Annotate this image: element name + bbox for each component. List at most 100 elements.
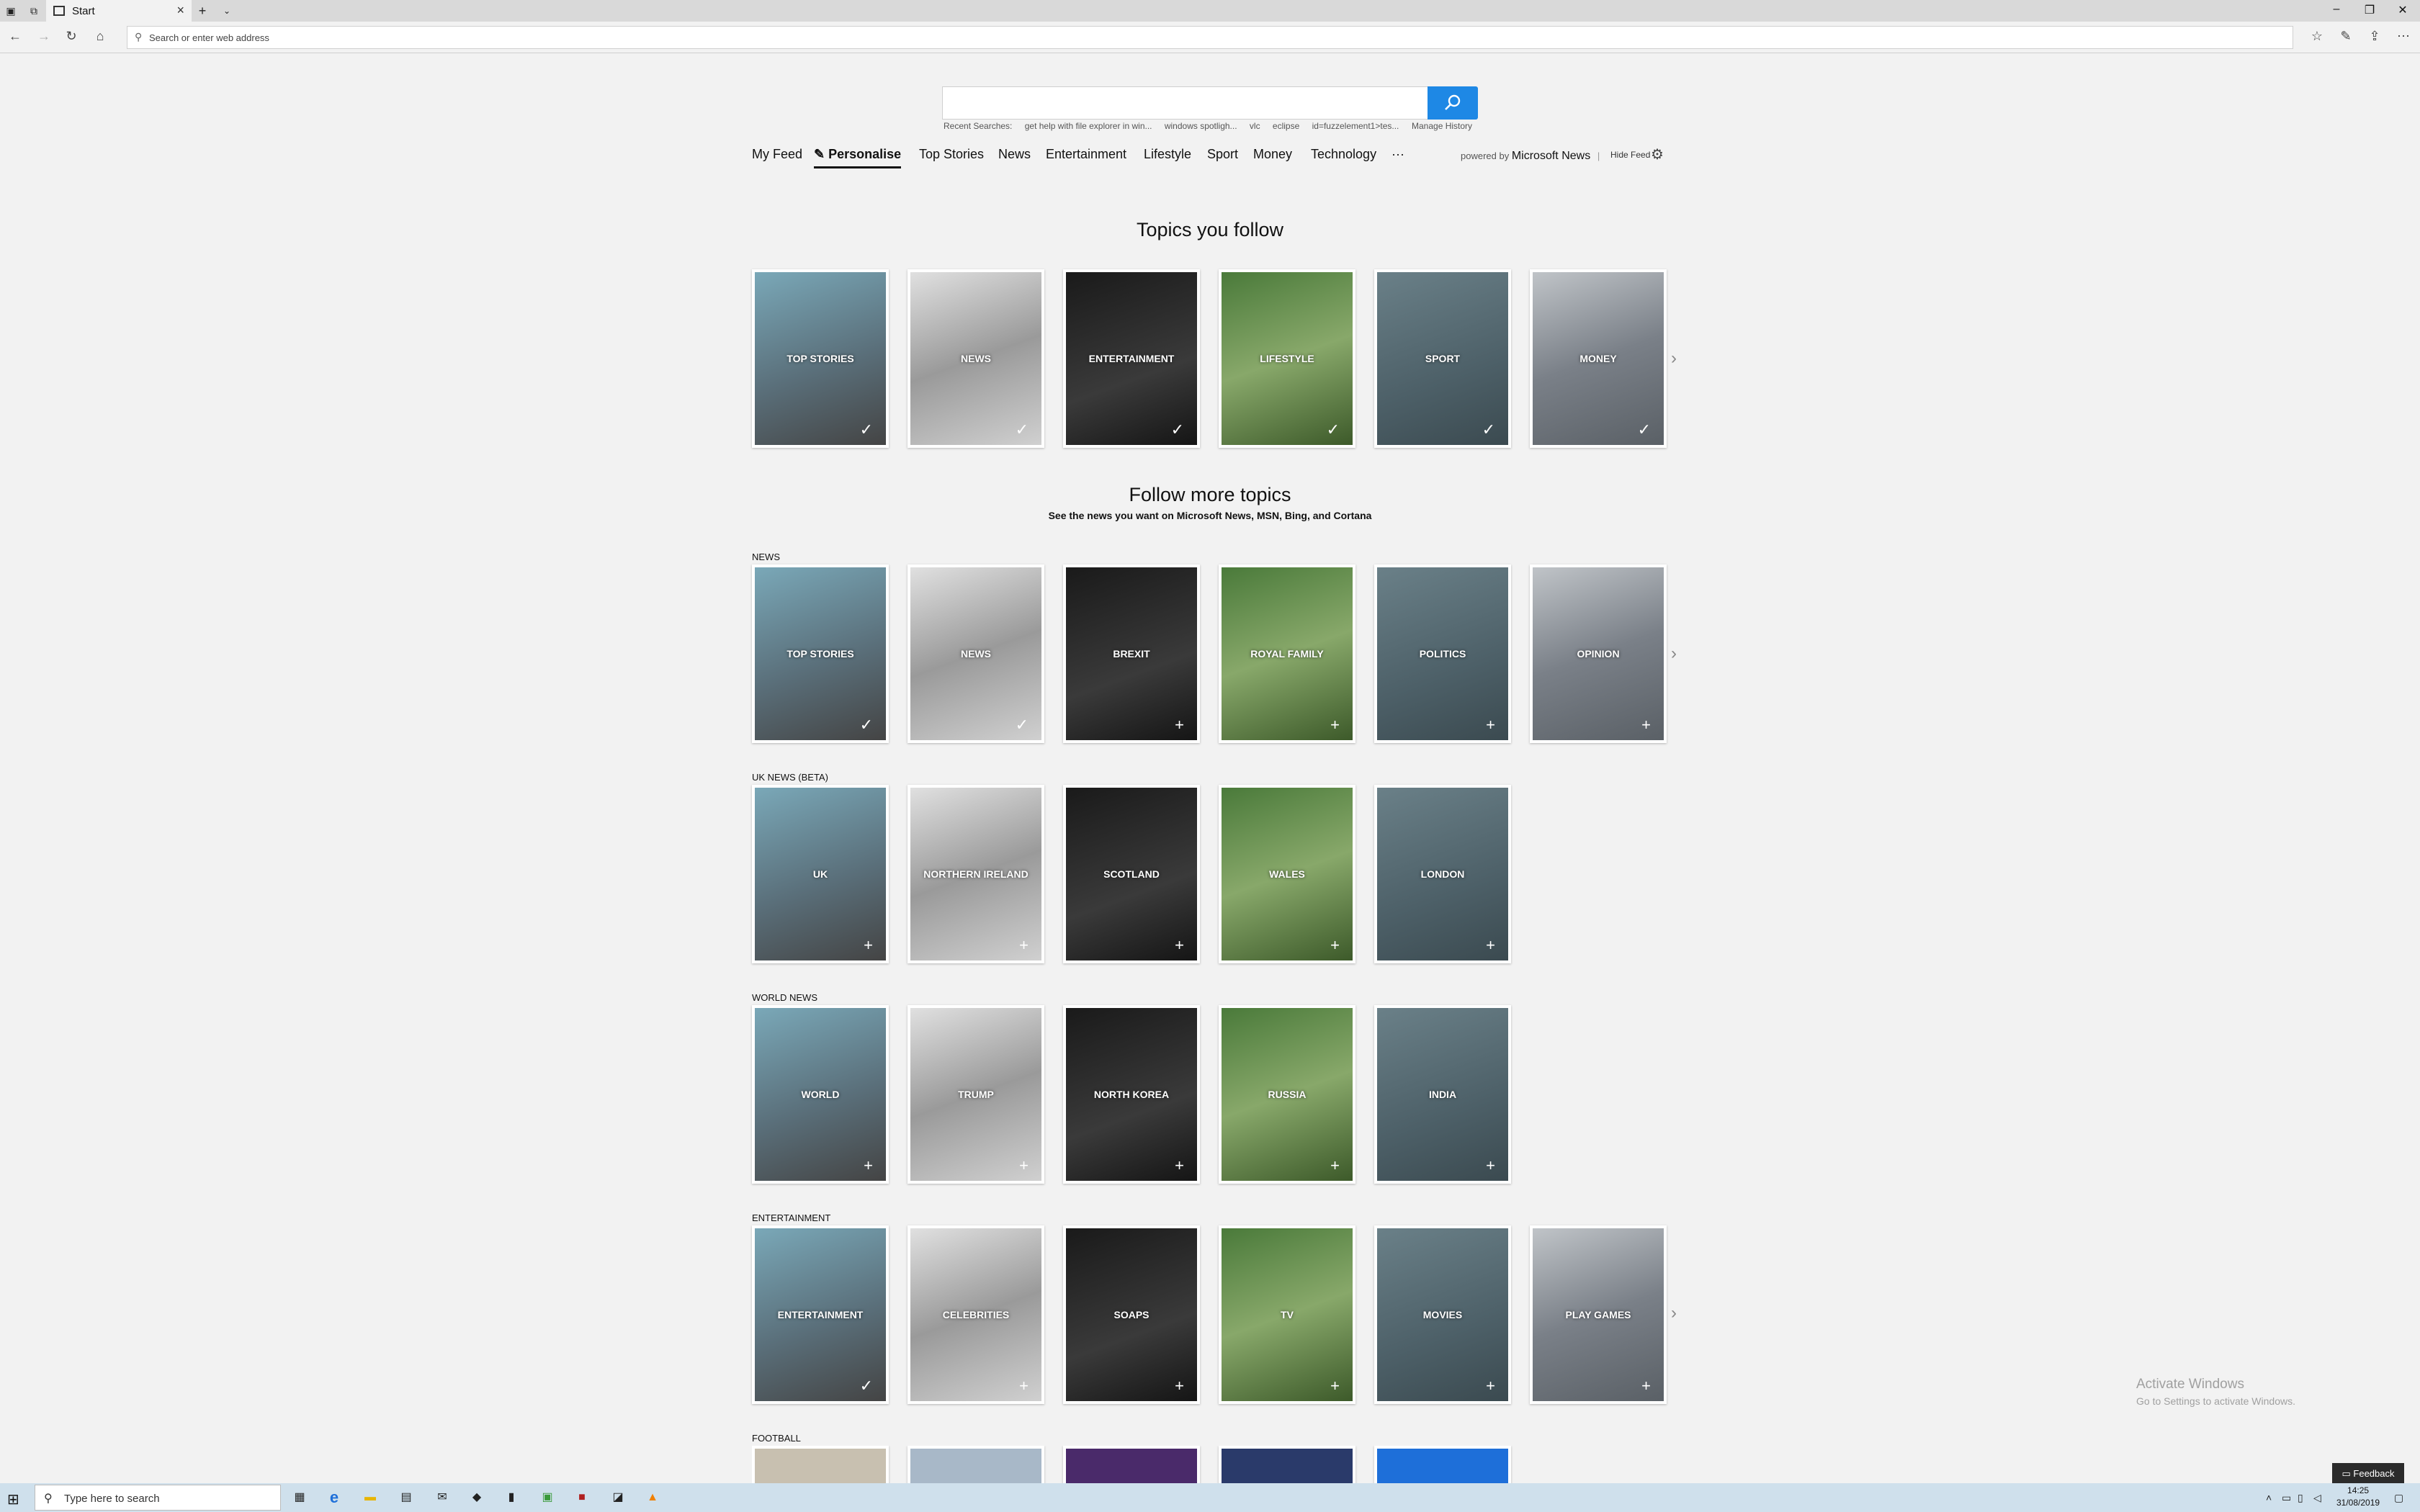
topic-tile-partial[interactable] [752,1446,889,1483]
more-tabs-icon[interactable]: ··· [1392,147,1404,162]
chevron-right-icon[interactable]: › [1671,644,1677,664]
set-aside-tabs-icon[interactable]: ▣ [4,4,17,17]
topic-tile-politics[interactable]: POLITICS + [1374,564,1511,743]
follow-plus-icon[interactable]: + [1019,937,1028,953]
new-tab-icon[interactable]: + [196,4,209,17]
topic-tile-scotland[interactable]: SCOTLAND + [1063,785,1200,963]
topic-tile-north-korea[interactable]: NORTH KOREA + [1063,1005,1200,1184]
followed-check-icon[interactable]: ✓ [1171,422,1184,438]
follow-plus-icon[interactable]: + [1330,717,1340,733]
refresh-icon[interactable]: ↻ [62,29,81,44]
followed-check-icon[interactable]: ✓ [1016,422,1028,438]
topic-tile-entertainment[interactable]: ENTERTAINMENT ✓ [1063,269,1200,448]
topic-tile-uk[interactable]: UK + [752,785,889,963]
maximize-icon[interactable]: ❐ [2355,3,2384,17]
follow-plus-icon[interactable]: + [1330,1158,1340,1174]
followed-check-icon[interactable]: ✓ [1638,422,1651,438]
hide-feed-link[interactable]: Hide Feed [1610,150,1650,160]
follow-plus-icon[interactable]: + [1486,1378,1495,1394]
back-icon[interactable]: ← [6,29,24,44]
search-input[interactable] [942,86,1428,120]
clock[interactable]: 14:25 31/08/2019 [2336,1485,2380,1509]
follow-plus-icon[interactable]: + [1019,1378,1028,1394]
recent-search-item[interactable]: get help with file explorer in win... [1025,121,1152,131]
tab-list-chevron-icon[interactable]: ⌄ [220,4,233,17]
ide-icon[interactable]: ■ [573,1489,591,1506]
editor-icon[interactable]: ▣ [539,1489,556,1506]
tab-lifestyle[interactable]: Lifestyle [1144,147,1191,162]
topic-tile-partial[interactable] [1374,1446,1511,1483]
feedback-button[interactable]: ▭ Feedback [2332,1463,2404,1485]
follow-plus-icon[interactable]: + [1641,1378,1651,1394]
taskbar-search-input[interactable]: ⚲ Type here to search [35,1485,281,1511]
follow-plus-icon[interactable]: + [864,1158,873,1174]
search-button[interactable] [1428,86,1478,120]
topic-tile-partial[interactable] [1219,1446,1355,1483]
show-hidden-icons-icon[interactable]: ˄ [2266,1492,2272,1503]
mail-icon[interactable]: ✉ [434,1489,451,1506]
topic-tile-brexit[interactable]: BREXIT + [1063,564,1200,743]
follow-plus-icon[interactable]: + [1175,1378,1184,1394]
store-icon[interactable]: ▤ [398,1489,415,1506]
tab-start[interactable]: Start × [46,0,192,22]
more-icon[interactable]: ⋯ [2394,29,2413,44]
tab-sport[interactable]: Sport [1207,147,1238,162]
topic-tile-top-stories[interactable]: TOP STORIES ✓ [752,269,889,448]
edge-icon[interactable]: e [326,1489,343,1506]
topic-tile-news[interactable]: NEWS ✓ [908,269,1044,448]
topic-tile-russia[interactable]: RUSSIA + [1219,1005,1355,1184]
chevron-right-icon[interactable]: › [1671,348,1677,369]
tab-news[interactable]: News [998,147,1031,162]
topic-tile-soaps[interactable]: SOAPS + [1063,1225,1200,1404]
topic-tile-wales[interactable]: WALES + [1219,785,1355,963]
follow-plus-icon[interactable]: + [1019,1158,1028,1174]
app-icon[interactable]: ◆ [468,1489,485,1506]
recent-search-item[interactable]: vlc [1250,121,1260,131]
topic-tile-opinion[interactable]: OPINION + [1530,564,1667,743]
follow-plus-icon[interactable]: + [1330,1378,1340,1394]
minimize-icon[interactable]: – [2322,3,2351,16]
network-icon[interactable]: ▭ [2282,1492,2291,1504]
follow-plus-icon[interactable]: + [1486,717,1495,733]
followed-check-icon[interactable]: ✓ [860,422,873,438]
follow-plus-icon[interactable]: + [1486,1158,1495,1174]
followed-check-icon[interactable]: ✓ [1016,717,1028,733]
follow-plus-icon[interactable]: + [1175,1158,1184,1174]
followed-check-icon[interactable]: ✓ [1327,422,1340,438]
topic-tile-entertainment[interactable]: ENTERTAINMENT ✓ [752,1225,889,1404]
follow-plus-icon[interactable]: + [1175,717,1184,733]
topic-tile-trump[interactable]: TRUMP + [908,1005,1044,1184]
topic-tile-money[interactable]: MONEY ✓ [1530,269,1667,448]
recent-search-item[interactable]: id=fuzzelement1>tes... [1312,121,1399,131]
topic-tile-top-stories[interactable]: TOP STORIES ✓ [752,564,889,743]
topic-tile-partial[interactable] [1063,1446,1200,1483]
tab-preview-icon[interactable]: ⧉ [27,4,40,17]
topic-tile-play-games[interactable]: PLAY GAMES + [1530,1225,1667,1404]
tab-my-feed[interactable]: My Feed [752,147,802,162]
topic-tile-movies[interactable]: MOVIES + [1374,1225,1511,1404]
topic-tile-partial[interactable] [908,1446,1044,1483]
topic-tile-india[interactable]: INDIA + [1374,1005,1511,1184]
close-tab-icon[interactable]: × [176,3,184,18]
manage-history-link[interactable]: Manage History [1412,121,1472,131]
paint-icon[interactable]: ◪ [609,1489,627,1506]
followed-check-icon[interactable]: ✓ [860,717,873,733]
battery-icon[interactable]: ▯ [2298,1492,2303,1504]
tab-top-stories[interactable]: Top Stories [919,147,984,162]
recent-search-item[interactable]: eclipse [1273,121,1299,131]
chevron-right-icon[interactable]: › [1671,1303,1677,1323]
followed-check-icon[interactable]: ✓ [1482,422,1495,438]
follow-plus-icon[interactable]: + [1175,937,1184,953]
pen-icon[interactable]: ✎ [2336,29,2355,44]
follow-plus-icon[interactable]: + [1641,717,1651,733]
follow-plus-icon[interactable]: + [1486,937,1495,953]
share-icon[interactable]: ⇪ [2365,29,2384,44]
gear-icon[interactable]: ⚙ [1651,145,1664,163]
topic-tile-tv[interactable]: TV + [1219,1225,1355,1404]
windows-start-icon[interactable]: ⊞ [7,1490,19,1508]
topic-tile-world[interactable]: WORLD + [752,1005,889,1184]
favorites-icon[interactable]: ☆ [2308,29,2326,44]
recent-search-item[interactable]: windows spotligh... [1165,121,1237,131]
topic-tile-london[interactable]: LONDON + [1374,785,1511,963]
notifications-icon[interactable]: ▢ [2394,1492,2403,1504]
